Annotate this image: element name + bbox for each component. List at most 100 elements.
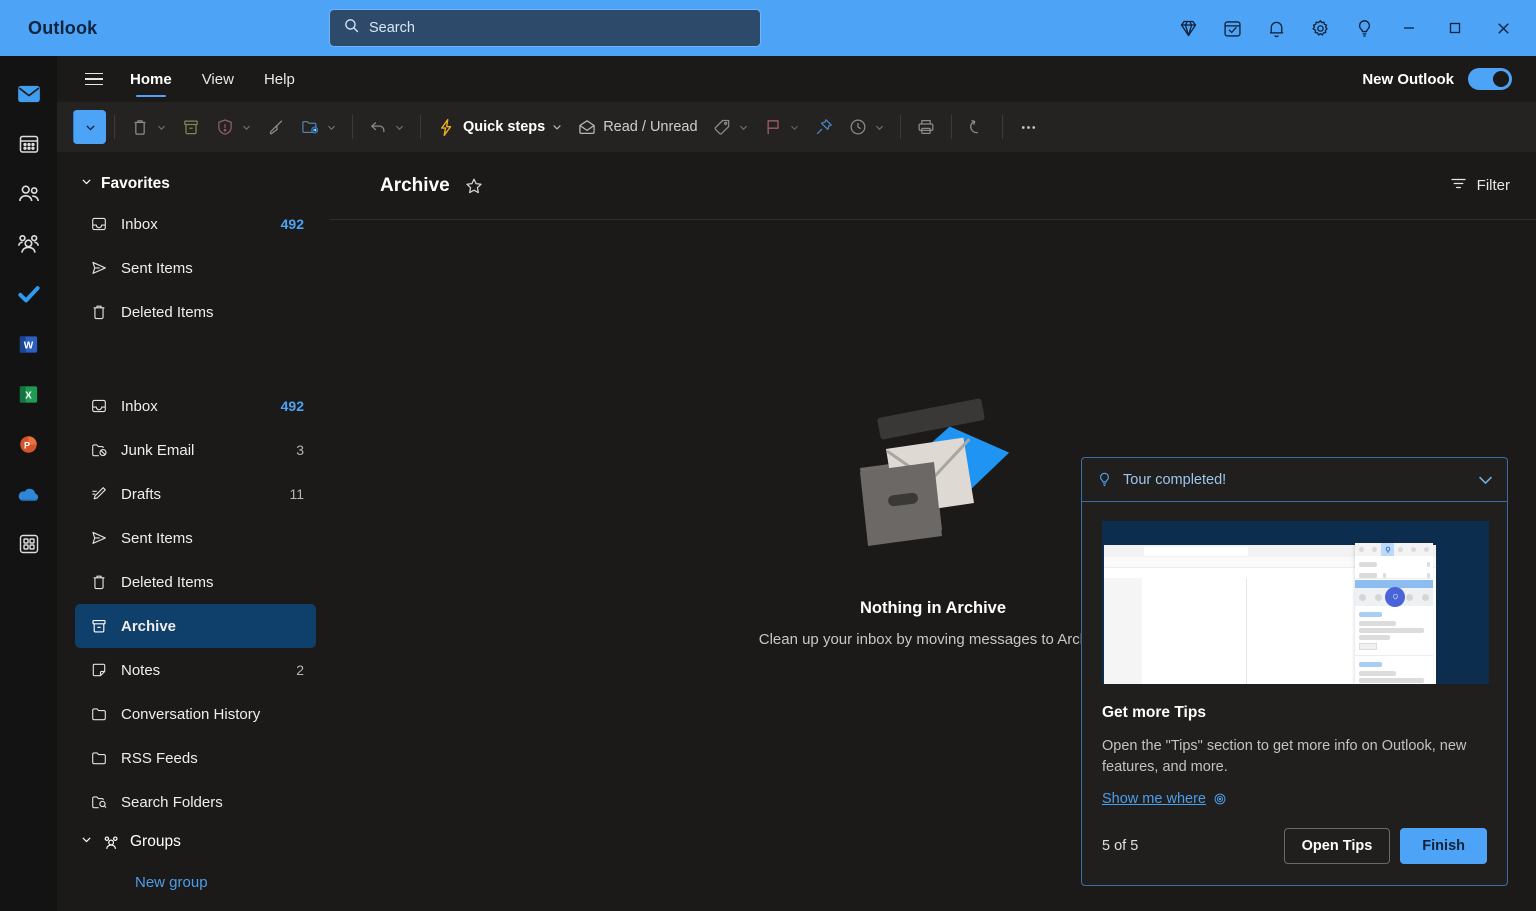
- tour-tips-card: Tour completed!: [1081, 457, 1508, 886]
- new-outlook-toggle[interactable]: [1468, 68, 1512, 90]
- rail-todo[interactable]: [7, 270, 51, 318]
- tip-headline: Get more Tips: [1102, 704, 1487, 722]
- move-to-folder-button[interactable]: [293, 107, 344, 147]
- search-box[interactable]: Search: [329, 9, 761, 47]
- rail-apps[interactable]: [7, 520, 51, 568]
- settings-gear-icon[interactable]: [1298, 0, 1342, 56]
- target-icon: [1213, 792, 1227, 806]
- open-tips-button[interactable]: Open Tips: [1284, 828, 1391, 864]
- sidebar-item-inbox[interactable]: Inbox 492: [75, 384, 316, 428]
- quick-steps-label: Quick steps: [463, 119, 545, 135]
- sidebar-item-archive[interactable]: Archive: [75, 604, 316, 648]
- sidebar-item-favorite-deleted-items[interactable]: Deleted Items: [75, 290, 316, 334]
- titlebar-icons: [1166, 0, 1536, 56]
- sidebar-item-favorite-sent-items[interactable]: Sent Items: [75, 246, 316, 290]
- new-outlook-label: New Outlook: [1362, 71, 1454, 88]
- svg-text:P: P: [24, 440, 30, 450]
- hamburger-menu-icon[interactable]: [73, 56, 115, 102]
- print-button[interactable]: [909, 107, 943, 147]
- sidebar-item-search-folders[interactable]: Search Folders: [75, 780, 316, 824]
- chevron-down-icon[interactable]: [551, 121, 563, 133]
- chevron-down-icon[interactable]: [738, 122, 749, 133]
- sidebar-item-deleted-items[interactable]: Deleted Items: [75, 560, 316, 604]
- search-container[interactable]: Search: [329, 9, 761, 47]
- close-button[interactable]: [1478, 0, 1528, 56]
- rail-calendar[interactable]: [7, 120, 51, 168]
- folder-label: Search Folders: [121, 794, 291, 811]
- page-title: Archive: [380, 175, 450, 197]
- sidebar-item-rss-feeds[interactable]: RSS Feeds: [75, 736, 316, 780]
- rail-excel[interactable]: X: [7, 370, 51, 418]
- notifications-bell-icon[interactable]: [1254, 0, 1298, 56]
- chevron-down-icon[interactable]: [394, 122, 405, 133]
- minimize-button[interactable]: [1386, 0, 1432, 56]
- rail-people[interactable]: [7, 170, 51, 218]
- sweep-button[interactable]: [259, 107, 293, 147]
- empty-state-title: Nothing in Archive: [860, 599, 1006, 618]
- tip-card-body: Get more Tips Open the "Tips" section to…: [1082, 502, 1507, 807]
- tab-help[interactable]: Help: [249, 56, 310, 102]
- rail-mail[interactable]: [7, 70, 51, 118]
- rail-word[interactable]: W: [7, 320, 51, 368]
- sidebar-item-conversation-history[interactable]: Conversation History: [75, 692, 316, 736]
- reply-button[interactable]: [361, 107, 412, 147]
- calendar-check-icon[interactable]: [1210, 0, 1254, 56]
- folder-label: Sent Items: [121, 530, 291, 547]
- favorite-star-icon[interactable]: [464, 176, 484, 196]
- tips-lightbulb-icon[interactable]: [1342, 0, 1386, 56]
- new-mail-dropdown[interactable]: [73, 110, 106, 144]
- show-me-where-label: Show me where: [1102, 791, 1206, 807]
- new-group-link[interactable]: New group: [57, 874, 330, 891]
- undo-button[interactable]: [960, 107, 994, 147]
- folder-label: Deleted Items: [121, 574, 291, 591]
- folder-label: Conversation History: [121, 706, 291, 723]
- quick-steps-button[interactable]: Quick steps: [429, 107, 570, 147]
- groups-header[interactable]: Groups: [57, 824, 330, 860]
- chevron-down-icon[interactable]: [80, 175, 93, 193]
- rail-onedrive[interactable]: [7, 470, 51, 518]
- sidebar-item-notes[interactable]: Notes 2: [75, 648, 316, 692]
- tip-card-actions: Open Tips Finish: [1284, 828, 1487, 864]
- new-outlook-switch[interactable]: New Outlook: [1362, 56, 1512, 102]
- report-button[interactable]: [208, 107, 259, 147]
- delete-button[interactable]: [123, 107, 174, 147]
- sidebar-item-sent-items[interactable]: Sent Items: [75, 516, 316, 560]
- search-icon: [343, 17, 360, 39]
- show-me-where-link[interactable]: Show me where: [1102, 791, 1487, 807]
- tab-view[interactable]: View: [187, 56, 249, 102]
- illustration-highlight-badge: [1385, 587, 1405, 607]
- groups-icon: [102, 833, 121, 852]
- pin-button[interactable]: [807, 107, 841, 147]
- filter-button[interactable]: Filter: [1449, 174, 1510, 197]
- premium-diamond-icon[interactable]: [1166, 0, 1210, 56]
- chevron-down-icon[interactable]: [1476, 470, 1495, 489]
- sidebar-item-junk-email[interactable]: Junk Email 3: [75, 428, 316, 472]
- illustration-tabs: [1355, 543, 1433, 556]
- rail-powerpoint[interactable]: P: [7, 420, 51, 468]
- read-unread-button[interactable]: Read / Unread: [570, 107, 704, 147]
- chevron-down-icon[interactable]: [789, 122, 800, 133]
- flag-button[interactable]: [756, 107, 807, 147]
- maximize-button[interactable]: [1432, 0, 1478, 56]
- chevron-down-icon[interactable]: [241, 122, 252, 133]
- new-mail-button[interactable]: New mail: [73, 110, 106, 144]
- chevron-down-icon[interactable]: [326, 122, 337, 133]
- snooze-button[interactable]: [841, 107, 892, 147]
- sent-icon: [89, 259, 108, 278]
- divider: [420, 115, 421, 139]
- tab-home[interactable]: Home: [115, 56, 187, 102]
- more-options-button[interactable]: [1011, 107, 1046, 147]
- categorize-button[interactable]: [705, 107, 756, 147]
- chevron-down-icon[interactable]: [874, 122, 885, 133]
- tip-card-footer: 5 of 5 Open Tips Finish: [1082, 828, 1507, 885]
- sidebar-item-drafts[interactable]: Drafts 11: [75, 472, 316, 516]
- ribbon-nav: Home View Help New Outlook: [57, 56, 1536, 102]
- folder-label: Archive: [121, 618, 291, 635]
- rail-groups[interactable]: [7, 220, 51, 268]
- archive-button[interactable]: [174, 107, 208, 147]
- chevron-down-icon[interactable]: [156, 122, 167, 133]
- finish-button[interactable]: Finish: [1400, 828, 1487, 864]
- sidebar-item-favorite-inbox[interactable]: Inbox 492: [75, 202, 316, 246]
- chevron-down-icon[interactable]: [80, 833, 93, 851]
- favorites-header[interactable]: Favorites: [57, 166, 330, 202]
